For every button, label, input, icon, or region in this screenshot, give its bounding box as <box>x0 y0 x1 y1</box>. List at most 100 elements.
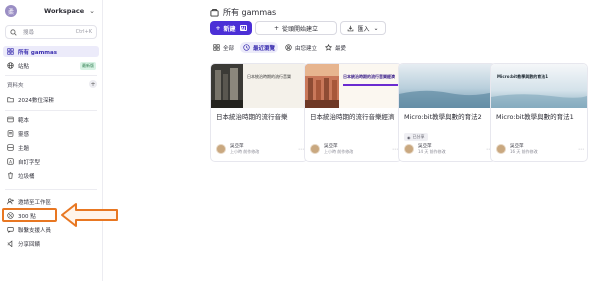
gamma-card[interactable]: Micro:bit教學與數的育法1 Micro:bit教學與數的育法1 吳亞萍 … <box>490 63 588 162</box>
ai-badge: AI <box>239 25 247 31</box>
sidebar-item-templates[interactable]: 範本 <box>3 114 99 125</box>
folders-heading: 資料夾 <box>7 83 24 89</box>
font-icon: A <box>7 158 14 165</box>
divider <box>5 189 97 190</box>
filter-recent[interactable]: 最近瀏覽 <box>240 42 279 53</box>
filter-label: 由您建立 <box>295 45 318 52</box>
shared-label: 已分享 <box>412 134 425 139</box>
inspiration-icon <box>7 130 14 137</box>
support-icon <box>7 227 14 233</box>
photo-thumbnail <box>399 64 495 108</box>
plus-icon: + <box>273 24 279 32</box>
avatar <box>404 144 414 154</box>
create-blank-label: 從頭開始建立 <box>282 25 319 33</box>
card-title: Micro:bit教學與數的育法1 <box>496 113 574 121</box>
sidebar-item-label: 分享回饋 <box>18 241 41 248</box>
avatar <box>310 144 320 154</box>
avatar <box>496 144 506 154</box>
sidebar-item-label: 邀請至工作區 <box>18 199 52 206</box>
new-badge: 最新版 <box>80 61 96 70</box>
thumbnail-heading: 日本統治時期的流行音樂經濟 <box>343 74 395 79</box>
card-author: 吳亞萍 14 天 前作修改 ⋯ <box>404 143 492 155</box>
grid-icon <box>7 48 14 55</box>
workspace-switcher[interactable]: 柔 Workspace ⌄ <box>5 4 97 18</box>
sidebar-item-feedback[interactable]: 分享回饋 <box>3 238 99 249</box>
card-title: 日本統治時期的流行音樂經濟 <box>310 113 395 121</box>
feedback-icon <box>7 240 13 247</box>
person-icon <box>285 44 292 51</box>
new-button[interactable]: + 新建 AI <box>210 21 252 35</box>
svg-text:A: A <box>9 159 12 164</box>
sidebar-item-custom-fonts[interactable]: A 自訂字型 <box>3 156 99 167</box>
sidebar: 柔 Workspace ⌄ 搜尋 Ctrl+K 所有 gammas 站點 最新版… <box>0 0 103 281</box>
sidebar-item-all-gammas[interactable]: 所有 gammas <box>3 46 99 57</box>
annotation-arrow-icon <box>61 203 118 227</box>
shared-tag: ◉ 已分享 <box>404 133 428 141</box>
folder-icon <box>210 8 219 17</box>
card-author: 吳亞萍 16 天 前作修改 ⋯ <box>496 143 584 155</box>
grid-icon <box>213 44 220 51</box>
card-author: 吳亞萍 上小時 前作修改 ⋯ <box>310 143 398 155</box>
import-button[interactable]: 匯入 ⌄ <box>340 21 386 35</box>
page-title-row: 所有 gammas <box>210 7 276 18</box>
sidebar-item-sites[interactable]: 站點 最新版 <box>3 60 99 71</box>
import-icon <box>348 25 354 31</box>
template-icon <box>7 116 14 123</box>
sidebar-item-label: 所有 gammas <box>18 49 58 56</box>
photo-thumbnail <box>305 64 399 108</box>
card-thumbnail: 日本統治時期的流行音樂經濟 <box>305 64 401 108</box>
add-folder-button[interactable]: + <box>89 80 97 88</box>
sidebar-item-label: 主題 <box>18 145 30 152</box>
sidebar-item-trash[interactable]: 垃圾桶 <box>3 170 99 181</box>
card-thumbnail: 日本統治時期的流行音樂 <box>211 64 307 108</box>
divider <box>5 75 97 76</box>
search-shortcut: Ctrl+K <box>75 29 92 35</box>
filter-favorites[interactable]: 最愛 <box>322 42 349 53</box>
edit-time: 上小時 前作修改 <box>324 149 354 154</box>
gamma-card[interactable]: 日本統治時期的流行音樂經濟 日本統治時期的流行音樂經濟 吳亞萍 上小時 前作修改… <box>304 63 402 162</box>
search-icon <box>10 28 17 36</box>
sidebar-item-inspiration[interactable]: 靈感 <box>3 128 99 139</box>
sidebar-item-label: 聯繫支援人員 <box>18 227 52 234</box>
palette-icon <box>7 144 14 151</box>
invite-icon <box>7 198 14 205</box>
folder-item-2024[interactable]: 2024數位深耕 <box>3 94 99 105</box>
more-options-icon[interactable]: ⋯ <box>578 146 584 153</box>
chevron-down-icon: ⌄ <box>89 7 95 15</box>
divider <box>5 110 97 111</box>
create-blank-button[interactable]: + 從頭開始建立 <box>255 21 337 35</box>
sidebar-item-label: 範本 <box>18 117 30 124</box>
gamma-card[interactable]: 日本統治時期的流行音樂 日本統治時期的流行音樂 吳亞萍 上小時 前作修改 ⋯ <box>210 63 308 162</box>
card-title: Micro:bit教學與數的育法2 <box>404 113 482 121</box>
folder-label: 2024數位深耕 <box>18 97 54 104</box>
edit-time: 14 天 前作修改 <box>418 149 446 154</box>
filter-all[interactable]: 全部 <box>210 42 237 53</box>
filter-label: 最愛 <box>335 45 347 52</box>
folder-icon <box>7 97 14 103</box>
sidebar-item-label: 垃圾桶 <box>18 173 35 180</box>
thumbnail-heading: Micro:bit教學與數的育法1 <box>497 74 548 79</box>
thumbnail-heading: 日本統治時期的流行音樂 <box>247 74 291 79</box>
shared-icon: ◉ <box>407 134 411 140</box>
filter-created-by-you[interactable]: 由您建立 <box>282 42 320 53</box>
card-author: 吳亞萍 上小時 前作修改 ⋯ <box>216 143 304 155</box>
gamma-card[interactable]: Micro:bit教學與數的育法2 ◉ 已分享 吳亞萍 14 天 前作修改 ⋯ <box>398 63 496 162</box>
sidebar-item-label: 靈感 <box>18 131 30 138</box>
search-placeholder: 搜尋 <box>23 30 35 36</box>
avatar <box>216 144 226 154</box>
edit-time: 16 天 前作修改 <box>510 149 538 154</box>
search-input[interactable]: 搜尋 Ctrl+K <box>5 25 97 39</box>
workspace-avatar: 柔 <box>5 5 17 17</box>
clock-icon <box>243 44 250 51</box>
sidebar-item-label: 站點 <box>18 63 30 70</box>
sidebar-item-label: 自訂字型 <box>18 159 41 166</box>
trash-icon <box>8 172 13 179</box>
edit-time: 上小時 前作修改 <box>230 149 260 154</box>
import-label: 匯入 <box>357 25 370 33</box>
star-icon <box>325 44 332 51</box>
sidebar-item-themes[interactable]: 主題 <box>3 142 99 153</box>
plus-icon: + <box>215 24 221 32</box>
card-thumbnail <box>399 64 495 108</box>
photo-thumbnail <box>211 64 243 108</box>
card-thumbnail: Micro:bit教學與數的育法1 <box>491 64 587 108</box>
